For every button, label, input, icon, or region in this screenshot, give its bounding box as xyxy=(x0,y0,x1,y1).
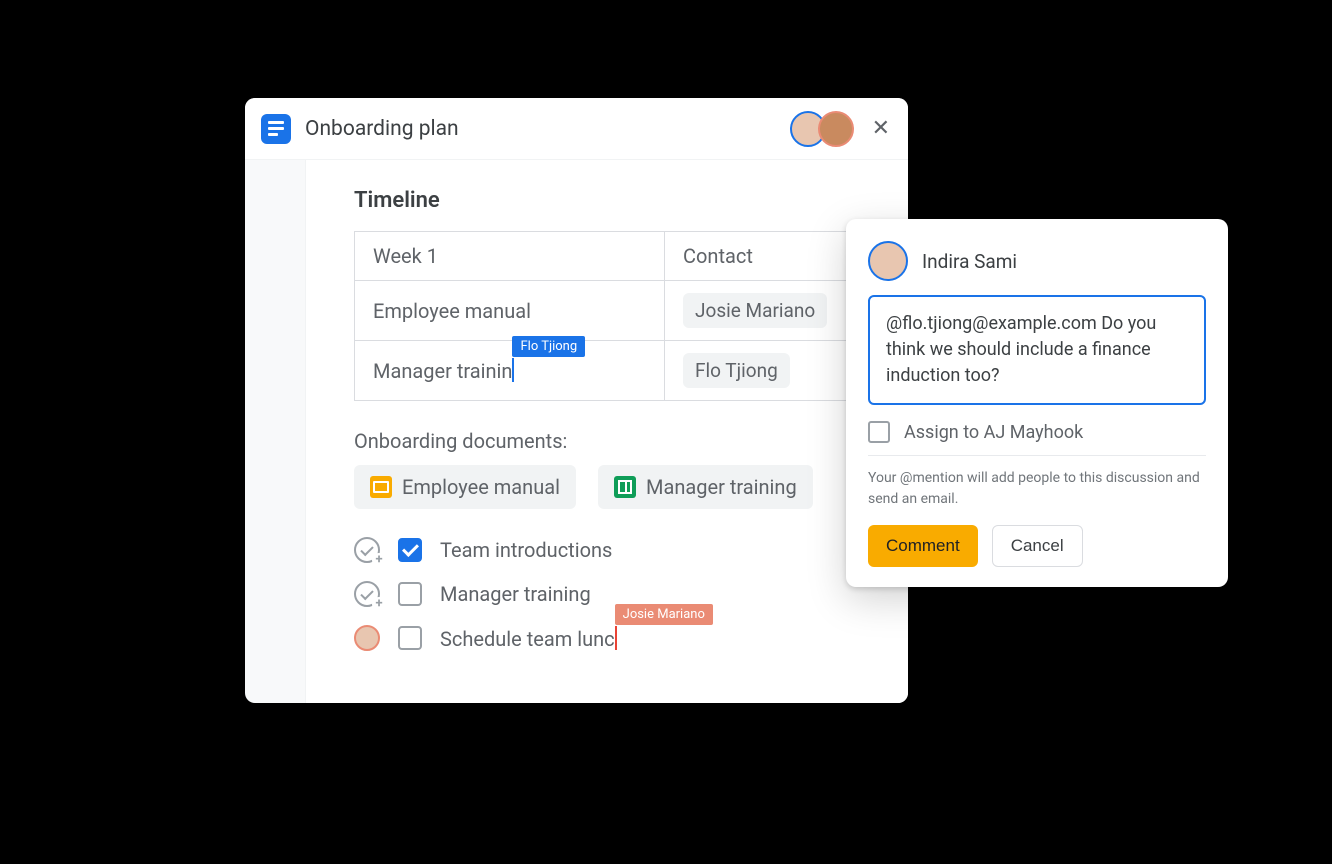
contact-chip[interactable]: Josie Mariano xyxy=(683,293,827,328)
close-icon[interactable]: ✕ xyxy=(872,118,890,140)
checklist: Team introductions Manager training Sche… xyxy=(354,537,860,651)
assign-checkbox[interactable] xyxy=(868,421,890,443)
collab-cursor-red xyxy=(615,626,617,650)
collab-flag-blue: Flo Tjiong xyxy=(512,336,585,357)
divider xyxy=(868,455,1206,456)
assign-row[interactable]: Assign to AJ Mayhook xyxy=(868,421,1206,443)
collaborator-avatar-2[interactable] xyxy=(818,111,854,147)
contact-chip[interactable]: Flo Tjiong xyxy=(683,353,790,388)
checklist-label: Schedule team lunc xyxy=(440,627,615,651)
doc-chips-row: Employee manual Manager training xyxy=(354,465,860,509)
comment-author-avatar[interactable] xyxy=(868,241,908,281)
docs-icon xyxy=(261,114,291,144)
assignee-avatar[interactable] xyxy=(354,625,380,651)
onboarding-docs-label: Onboarding documents: xyxy=(354,429,860,453)
cancel-button[interactable]: Cancel xyxy=(992,525,1083,567)
table-row: Employee manual Josie Mariano xyxy=(355,281,862,341)
table-header-contact: Contact xyxy=(665,232,862,281)
checkbox[interactable] xyxy=(398,538,422,562)
comment-header: Indira Sami xyxy=(868,241,1206,281)
comment-author-name: Indira Sami xyxy=(922,250,1017,273)
comment-card: Indira Sami @flo.tjiong@example.com Do y… xyxy=(846,219,1228,587)
collaborator-avatars xyxy=(790,111,854,147)
collab-cursor-blue xyxy=(512,358,514,382)
document-title[interactable]: Onboarding plan xyxy=(305,117,459,141)
doc-chip-employee-manual[interactable]: Employee manual xyxy=(354,465,576,509)
document-body[interactable]: Timeline Week 1 Contact Employee manual … xyxy=(305,160,908,703)
checklist-row[interactable]: Manager training xyxy=(354,581,860,607)
doc-chip-label: Manager training xyxy=(646,475,797,499)
mention-hint: Your @mention will add people to this di… xyxy=(868,468,1206,509)
checklist-label: Team introductions xyxy=(440,538,612,562)
comment-button[interactable]: Comment xyxy=(868,525,978,567)
checkbox[interactable] xyxy=(398,626,422,650)
assign-task-icon[interactable] xyxy=(354,537,380,563)
checkbox[interactable] xyxy=(398,582,422,606)
comment-textarea[interactable]: @flo.tjiong@example.com Do you think we … xyxy=(868,295,1206,405)
assign-task-icon[interactable] xyxy=(354,581,380,607)
slides-icon xyxy=(370,476,392,498)
checklist-row[interactable]: Schedule team lunc Josie Mariano xyxy=(354,625,860,651)
checklist-label: Manager training xyxy=(440,582,591,606)
comment-actions: Comment Cancel xyxy=(868,525,1206,567)
task-cell[interactable]: Employee manual xyxy=(355,281,665,341)
contact-cell[interactable]: Josie Mariano xyxy=(665,281,862,341)
task-cell[interactable]: Manager trainin Flo Tjiong xyxy=(355,341,665,401)
checklist-row[interactable]: Team introductions xyxy=(354,537,860,563)
doc-chip-manager-training[interactable]: Manager training xyxy=(598,465,813,509)
sheets-icon xyxy=(614,476,636,498)
doc-chip-label: Employee manual xyxy=(402,475,560,499)
table-header-week: Week 1 xyxy=(355,232,665,281)
assign-label: Assign to AJ Mayhook xyxy=(904,422,1083,443)
contact-cell[interactable]: Flo Tjiong xyxy=(665,341,862,401)
table-row: Manager trainin Flo Tjiong Flo Tjiong xyxy=(355,341,862,401)
timeline-table[interactable]: Week 1 Contact Employee manual Josie Mar… xyxy=(354,231,862,401)
document-header: Onboarding plan ✕ xyxy=(245,98,908,160)
section-heading: Timeline xyxy=(354,188,860,213)
table-header-row: Week 1 Contact xyxy=(355,232,862,281)
collab-flag-red: Josie Mariano xyxy=(615,604,713,625)
task-text: Manager trainin xyxy=(373,359,512,383)
document-window: Onboarding plan ✕ Timeline Week 1 Contac… xyxy=(245,98,908,703)
